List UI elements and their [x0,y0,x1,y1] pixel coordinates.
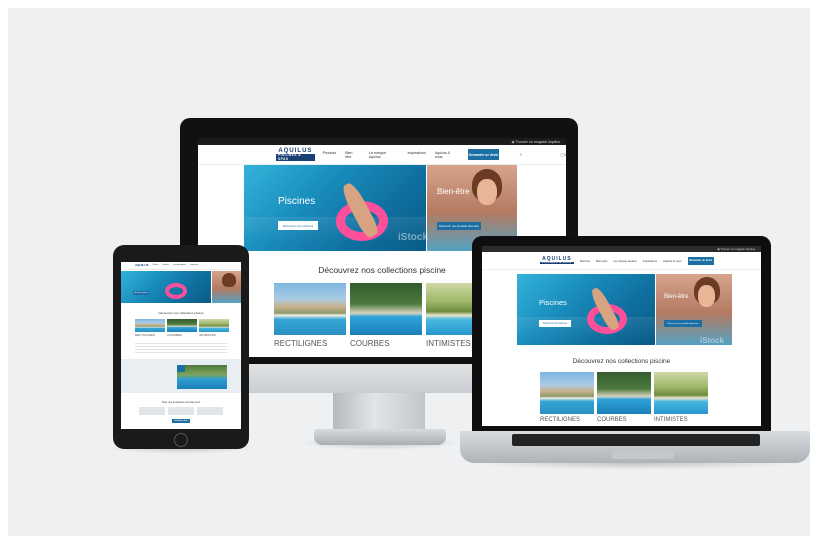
woman-face [698,285,715,307]
laptop-brand-tagline: PISCINES & SPAS [540,260,574,265]
play-badge [177,365,185,372]
hero-wellness-title: Bien-être [437,187,470,196]
woman-hair [222,273,236,287]
collection-card-rectilignes[interactable]: RECTILIGNES [274,283,346,357]
nav-item-bien-etre[interactable]: Bien-être [345,151,360,159]
collection-image [540,372,594,414]
quote-button[interactable]: Demander un devis [467,149,500,160]
laptop-logo[interactable]: AQUILUS PISCINES & SPAS [540,256,574,265]
laptop-nav: AQUILUS PISCINES & SPAS Piscines Bien-êt… [482,252,761,270]
collection-image [654,372,708,414]
tablet-nav-item[interactable]: Inspirations [190,265,198,266]
laptop-nav-item-piscines[interactable]: Piscines [580,259,590,263]
collection-image [597,372,651,414]
collection-image [350,283,422,335]
nav-item-aquilus-vous[interactable]: Aquilus & vous [435,151,459,159]
pink-float [165,283,187,299]
tablet-card[interactable]: COURBES [167,319,197,339]
main-nav: AQUILUS PISCINES & SPAS Piscines Bien-êt… [198,145,566,165]
laptop-hero-wellness: Bien-être Découvrir nos produits bien-êt… [656,274,732,345]
laptop-card-courbes[interactable]: COURBES [597,372,651,426]
tablet-nav: AQUILUS Piscines Bien-être La marque Aqu… [121,262,241,270]
hero-pools-title: Piscines [278,196,316,207]
store-finder-bar: ◉ Trouver un magasin Aquilus [198,138,566,145]
laptop-watermark: iStock [700,336,725,345]
tablet-collections-title: Découvrez nos collections piscine [158,311,204,315]
menu: Piscines Bien-être La marque Aquilus Ins… [323,151,459,159]
watermark: iStock [398,232,429,243]
laptop-nav-item-vous[interactable]: Aquilus & vous [663,259,682,263]
monitor-stand-neck [333,392,425,432]
laptop-hero-wellness-title: Bien-être [664,294,689,300]
brand-tagline: PISCINES & SPAS [276,154,315,161]
tablet-nav-item[interactable]: La marque Aquilus [173,265,186,266]
brand-logo[interactable]: AQUILUS PISCINES & SPAS [276,148,315,161]
tablet-employees-title: Tous nos employés sont des pros [161,401,201,404]
collection-label: INTIMISTES [199,333,216,337]
tablet-home-button [174,433,188,447]
tablet-screen: AQUILUS Piscines Bien-être La marque Aqu… [121,259,241,429]
laptop-card-intimistes[interactable]: INTIMISTES [654,372,708,426]
nav-item-marque[interactable]: La marque Aquilus [369,151,399,159]
discover-pools-button[interactable]: Découvrir nos piscines [278,221,318,230]
collection-image [199,319,229,332]
collection-label: RECTILIGNES [540,417,581,423]
laptop-hero-pools-title: Piscines [539,298,567,307]
mockup-stage: ◉ Trouver un magasin Aquilus AQUILUS PIS… [0,0,817,542]
laptop-discover-wellness[interactable]: Découvrir nos produits bien-être [664,320,702,327]
tablet-card[interactable]: RECTILIGNES [135,319,165,339]
laptop-nav-item-inspirations[interactable]: Inspirations [643,259,657,263]
tablet-nav-item[interactable]: Piscines [153,265,159,266]
nav-item-inspirations[interactable]: Inspirations [407,151,425,159]
tablet-nav-item[interactable]: Bien-être [162,265,168,266]
laptop-collections: RECTILIGNES COURBES INTIMISTES [540,372,760,426]
tablet-card[interactable]: INTIMISTES [199,319,229,339]
collection-label: COURBES [597,417,627,423]
collection-label: RECTILIGNES [135,333,156,337]
monitor-stand-base [314,429,446,445]
collection-label: INTIMISTES [654,417,688,423]
tablet-discover-button[interactable]: Découvrir nos piscines [133,291,149,295]
tablet-quote-button[interactable]: Demander un devis [172,419,190,423]
laptop-store-link[interactable]: Trouver un magasin Aquilus [720,247,755,251]
nav-item-piscines[interactable]: Piscines [323,151,336,159]
laptop-discover-pools[interactable]: Découvrir nos piscines [539,320,571,327]
tablet-employees-cols [139,407,223,415]
collection-image [167,319,197,332]
collection-label: COURBES [350,339,390,348]
tablet-feature-band [121,359,241,393]
laptop-trackpad [612,451,674,459]
tablet-menu: Piscines Bien-être La marque Aquilus Ins… [153,265,199,266]
search-icon[interactable]: ⌕ [519,152,522,158]
store-finder-link[interactable]: Trouver un magasin Aquilus [516,140,560,144]
woman-face [477,179,497,205]
tablet-brand: AQUILUS [135,263,149,267]
collection-label: INTIMISTES [426,339,471,348]
collection-label: COURBES [167,333,182,337]
laptop-hero-pools: Piscines Découvrir nos piscines [517,274,655,345]
water-highlight [517,316,655,338]
laptop-screen: ◉ Trouver un magasin Aquilus AQUILUS PIS… [482,246,761,426]
laptop-nav-item-marque[interactable]: La marque Aquilus [614,259,637,263]
collection-image [274,283,346,335]
tablet-logo[interactable]: AQUILUS [135,264,149,267]
collection-label: RECTILIGNES [274,339,328,348]
laptop-keyboard [512,434,760,446]
laptop-card-rectilignes[interactable]: RECTILIGNES [540,372,594,426]
tablet-text-block [135,343,227,355]
discover-wellness-button[interactable]: Découvrir nos produits bien-être [437,222,481,230]
laptop-nav-item-bien-etre[interactable]: Bien-être [596,259,607,263]
tablet-collections: RECTILIGNES COURBES INTIMISTES [135,319,235,339]
laptop-collections-title: Découvrez nos collections piscine [572,358,671,365]
collection-image [135,319,165,332]
tablet-hero-pools: Découvrir nos piscines [121,271,211,303]
tablet-hero-wellness [212,271,241,303]
cart-count: 0 [564,152,566,157]
laptop-menu: Piscines Bien-être La marque Aquilus Ins… [580,259,682,263]
laptop-quote-button[interactable]: Demander un devis [687,256,714,265]
collection-card-courbes[interactable]: COURBES [350,283,422,357]
